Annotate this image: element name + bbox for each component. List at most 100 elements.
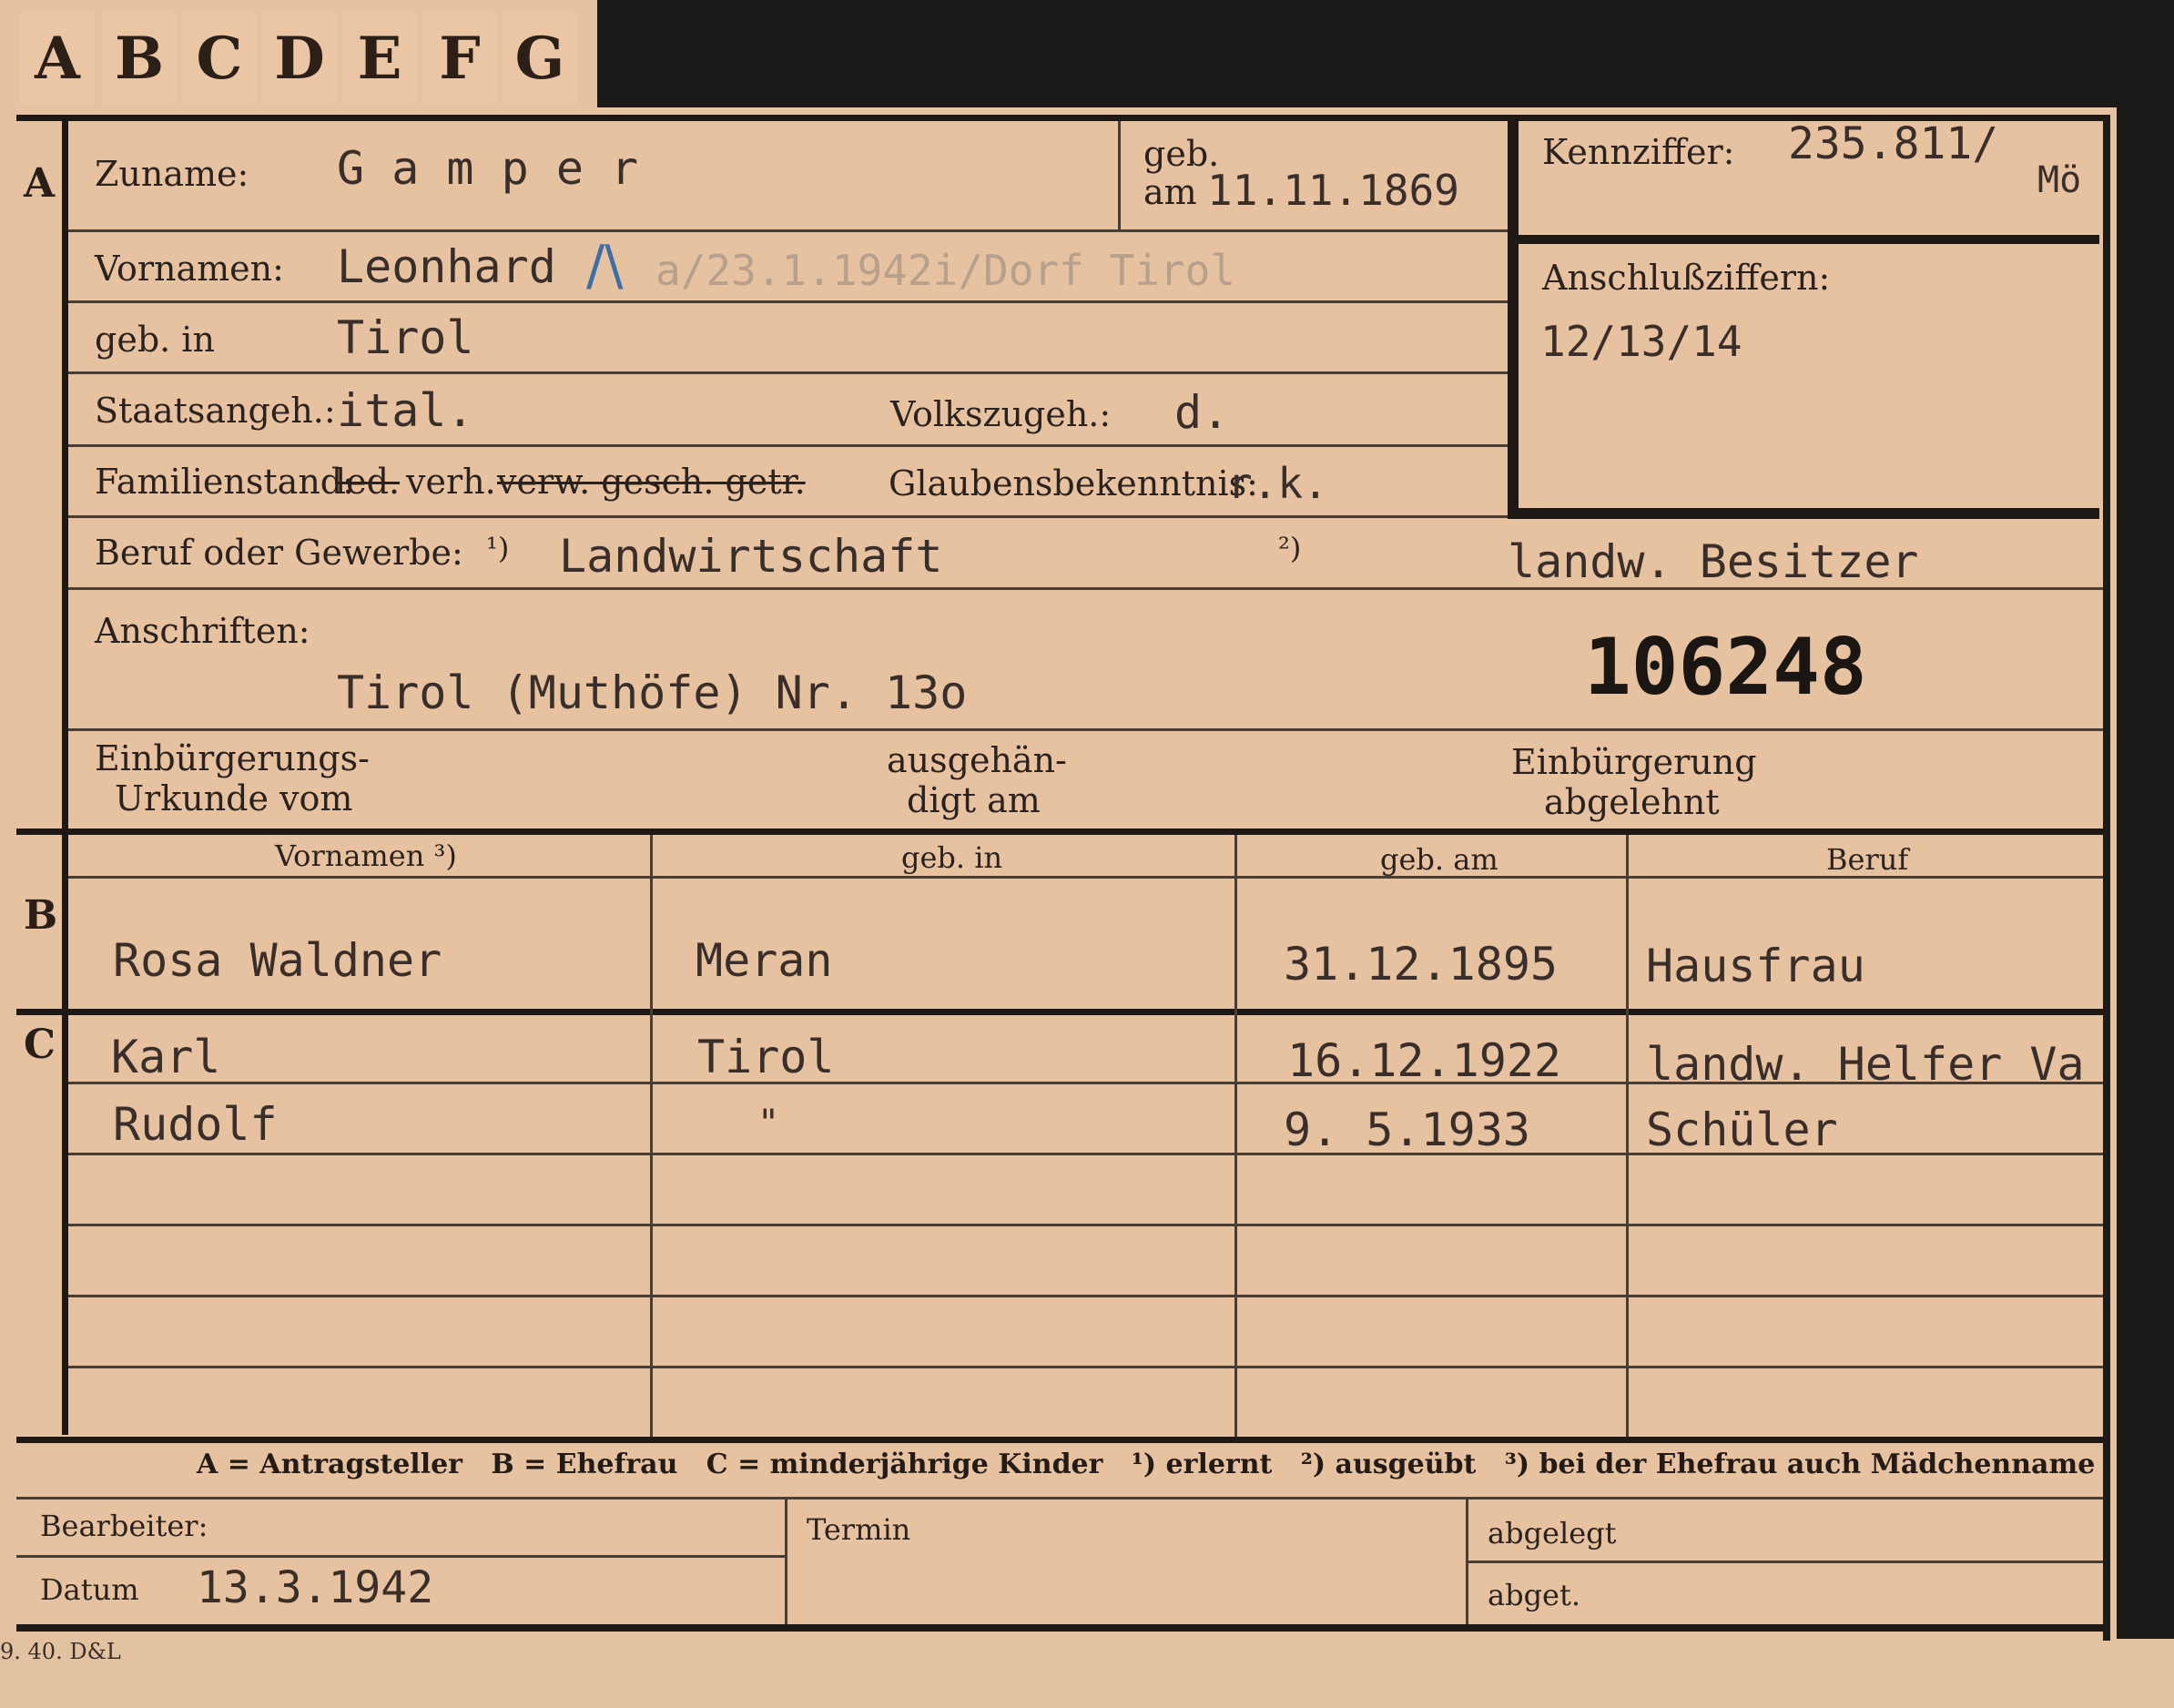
glaubens-label: Glaubensbekenntnis:: [889, 463, 1258, 503]
rule-2: [68, 300, 1508, 303]
einb-label-1: Einbürgerungs-: [95, 738, 370, 778]
volkszugeh-label: Volkszugeh.:: [890, 394, 1112, 434]
datum-value: 13.3.1942: [197, 1562, 434, 1613]
row-rule-5: [68, 1366, 2103, 1368]
familienstand-label: Familienstand:: [95, 462, 354, 502]
geb-am-label: am: [1143, 172, 1197, 212]
glaubens-value: r.k.: [1227, 459, 1328, 508]
kennziffer-box-bottom: [1508, 508, 2099, 519]
row-rule-3: [68, 1224, 2103, 1226]
margin-divider: [62, 115, 68, 1435]
child-1-beruf: landw. Helfer Va: [1646, 1038, 2085, 1091]
section-b-letter: B: [24, 892, 58, 939]
print-code: 9. 40. D&L: [0, 1639, 121, 1664]
index-tab-b[interactable]: B: [102, 13, 177, 106]
kennziffer-suffix: Mö: [2037, 159, 2082, 201]
row-rule-4: [68, 1295, 2103, 1297]
child-2-beruf: Schüler: [1646, 1103, 1838, 1156]
col-div-1: [650, 835, 653, 1437]
col-div-2: [1234, 835, 1237, 1437]
geb-divider: [1118, 121, 1121, 230]
child-2-geb-am: 9. 5.1933: [1284, 1103, 1530, 1156]
col-header-beruf: Beruf: [1826, 842, 1909, 877]
ausg-label-1: ausgehän-: [887, 740, 1067, 780]
abgelehnt-label-1: Einbürgerung: [1511, 742, 1757, 782]
abgelehnt-label-2: abgelehnt: [1544, 782, 1720, 822]
index-tab-e[interactable]: E: [342, 13, 417, 106]
abgelegt-label: abgelegt: [1488, 1516, 1617, 1550]
section-b-top: [16, 829, 2103, 835]
card-bottom-margin: [0, 1639, 2174, 1708]
col-header-vornamen: Vornamen ³): [275, 839, 457, 873]
geb-in-value: Tirol: [337, 311, 474, 364]
abget-label: abget.: [1488, 1578, 1581, 1612]
spouse-vornamen: Rosa Waldner: [113, 934, 442, 987]
anschluss-value: 12/13/14: [1540, 317, 1742, 366]
index-tab-d[interactable]: D: [262, 13, 337, 106]
spouse-geb-in: Meran: [696, 934, 833, 987]
familienstand-struck-rest: verw. gesch. getr.: [497, 462, 806, 502]
rule-3: [68, 371, 1508, 374]
footer-mid-left: [16, 1555, 786, 1558]
beruf-note-2: ²): [1278, 531, 1302, 565]
legend-top: [16, 1437, 2103, 1443]
col-div-3: [1626, 835, 1629, 1437]
vornamen-note: a/23.1.1942i/Dorf Tirol: [655, 246, 1235, 295]
index-tab-a[interactable]: A: [20, 13, 95, 106]
geb-date: 11.11.1869: [1207, 166, 1459, 215]
footer-mid-right: [1468, 1561, 2103, 1563]
vornamen-value: Leonhard: [337, 240, 556, 293]
footer-div-1: [785, 1500, 787, 1624]
legend: A = Antragsteller B = Ehefrau C = minder…: [197, 1449, 2096, 1480]
child-1-vornamen: Karl: [111, 1031, 221, 1083]
anschriften-label: Anschriften:: [95, 611, 310, 651]
vornamen-label: Vornamen:: [95, 249, 284, 289]
anschluss-label: Anschlußziffern:: [1542, 258, 1831, 298]
col-header-geb-in: geb. in: [901, 840, 1003, 875]
ausg-label-2: digt am: [907, 780, 1041, 820]
spouse-geb-am: 31.12.1895: [1284, 938, 1559, 991]
volkszugeh-value: d.: [1174, 386, 1230, 439]
familienstand-struck-led: led.: [335, 462, 401, 502]
staatsangeh-value: ital.: [337, 384, 474, 437]
beruf-value-2: landw. Besitzer: [1508, 535, 1919, 588]
familienstand-value: verh.: [406, 462, 496, 502]
index-tab-f[interactable]: F: [422, 13, 497, 106]
rule-4: [68, 444, 1508, 447]
kennziffer-box-mid: [1508, 235, 2099, 244]
geb-in-label: geb. in: [95, 320, 215, 360]
beruf-note-1: ¹): [486, 531, 510, 565]
child-2-vornamen: Rudolf: [113, 1098, 278, 1151]
spouse-beruf: Hausfrau: [1646, 940, 1865, 992]
section-c-letter: C: [24, 1022, 56, 1068]
child-1-geb-in: Tirol: [697, 1031, 835, 1083]
footer-div-2: [1466, 1500, 1468, 1624]
col-header-geb-am: geb. am: [1380, 842, 1498, 877]
section-a-letter: A: [24, 160, 56, 207]
legend-bottom: [16, 1497, 2103, 1500]
frame-right: [2103, 115, 2110, 1641]
einb-label-2: Urkunde vom: [115, 778, 353, 818]
datum-label: Datum: [40, 1572, 139, 1607]
rule-5: [68, 515, 1508, 518]
child-2-geb-in: ": [757, 1103, 780, 1144]
registry-number: 106248: [1584, 622, 1867, 713]
index-tab-c[interactable]: C: [182, 13, 257, 106]
section-c-top: [16, 1009, 2103, 1015]
bearbeiter-label: Bearbeiter:: [40, 1509, 208, 1543]
child-1-geb-am: 16.12.1922: [1287, 1034, 1562, 1087]
termin-label: Termin: [807, 1512, 911, 1547]
frame-bottom: [16, 1624, 2110, 1632]
zuname-value: G a m p e r: [337, 142, 639, 195]
kennziffer-box-left: [1508, 118, 1519, 519]
beruf-label: Beruf oder Gewerbe:: [95, 533, 463, 573]
vornamen-mark: /\: [586, 234, 624, 298]
column-header-rule: [68, 876, 2103, 879]
rule-1: [68, 229, 1508, 232]
index-tab-g[interactable]: G: [503, 13, 577, 106]
zuname-label: Zuname:: [95, 154, 249, 194]
rule-7: [68, 728, 2103, 731]
anschriften-value: Tirol (Muthöfe) Nr. 13o: [337, 666, 968, 719]
kennziffer-value: 235.811/: [1788, 118, 1999, 169]
kennziffer-label: Kennziffer:: [1542, 132, 1735, 172]
